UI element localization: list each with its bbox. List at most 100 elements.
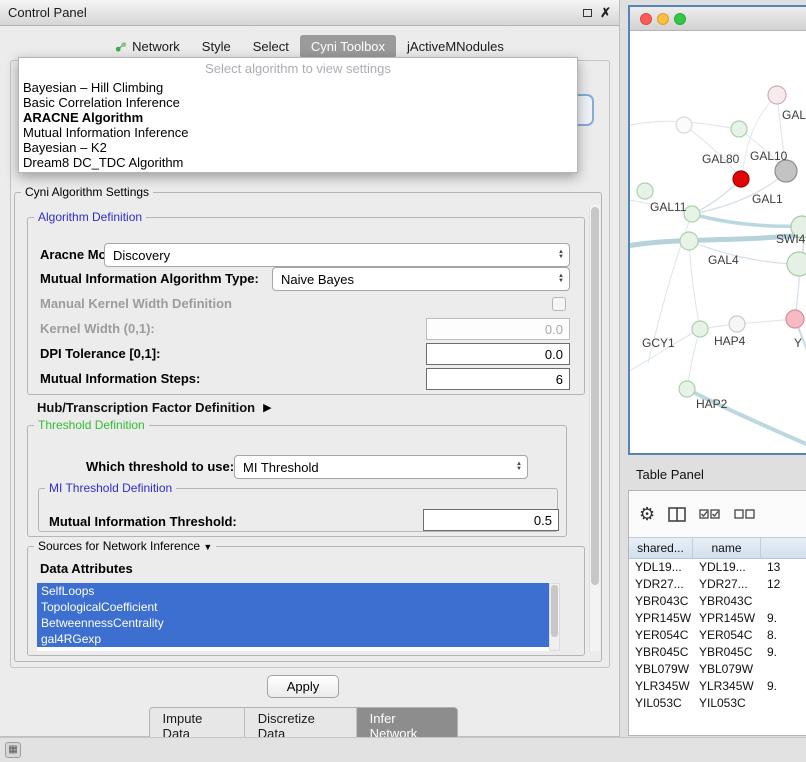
control-panel-titlebar: Control Panel ✗	[0, 0, 619, 26]
tab-style[interactable]: Style	[191, 35, 242, 58]
control-panel-title: Control Panel	[8, 5, 87, 20]
network-node[interactable]	[731, 121, 747, 137]
table-row[interactable]: YBR045CYBR045C9.	[629, 644, 806, 661]
group-title: Algorithm Definition	[34, 210, 146, 224]
select-all-icon[interactable]	[699, 508, 721, 520]
kernel-width-label: Kernel Width (0,1):	[40, 321, 155, 336]
network-icon	[115, 41, 127, 53]
node-label: GAL	[782, 108, 806, 122]
attribute-item-topologicalcoefficient[interactable]: TopologicalCoefficient	[37, 599, 549, 615]
close-traffic-light-icon[interactable]	[640, 13, 652, 25]
dropdown-option-dream8[interactable]: Dream8 DC_TDC Algorithm	[19, 155, 577, 170]
deselect-all-icon[interactable]	[734, 508, 756, 520]
table-panel: ⚙ shared... name YDL19...YDL19...13	[628, 490, 806, 736]
node-label: GAL4	[708, 253, 739, 267]
kernel-width-input	[426, 318, 570, 340]
tab-label: Cyni Toolbox	[311, 39, 385, 54]
dropdown-option-bayesian-k2[interactable]: Bayesian – K2	[19, 140, 577, 155]
zoom-traffic-light-icon[interactable]	[674, 13, 686, 25]
network-graph[interactable]: GALGAL80GAL10GAL11GAL1SWI4GAL4GCY1HAP4YH…	[630, 31, 806, 453]
column-header-extra[interactable]	[761, 538, 806, 558]
table-row[interactable]: YDR27...YDR27...12	[629, 576, 806, 593]
network-canvas[interactable]: GALGAL80GAL10GAL11GAL1SWI4GAL4GCY1HAP4YH…	[630, 31, 806, 453]
hub-transcription-factor-section[interactable]: Hub/Transcription Factor Definition ▶	[37, 400, 272, 415]
settings-scrollbar[interactable]	[589, 205, 600, 651]
dropdown-option-basic-correlation[interactable]: Basic Correlation Inference	[19, 95, 577, 110]
bottom-status-bar: ▦	[0, 737, 806, 762]
combo-value: Discovery	[113, 248, 170, 263]
mi-steps-input[interactable]	[426, 368, 570, 390]
column-header-name[interactable]: name	[693, 538, 761, 558]
network-edge	[692, 214, 806, 226]
panel-grid-icon[interactable]: ▦	[5, 742, 21, 758]
node-label: GCY1	[642, 336, 675, 350]
group-title: Threshold Definition	[34, 418, 149, 432]
table-row[interactable]: YBL079WYBL079W	[629, 661, 806, 678]
group-title: MI Threshold Definition	[45, 481, 176, 495]
network-node[interactable]	[676, 117, 692, 133]
network-window-titlebar[interactable]	[630, 7, 806, 31]
network-node[interactable]	[637, 183, 653, 199]
which-threshold-combobox[interactable]: MI Threshold ▲▼	[234, 455, 528, 479]
network-node[interactable]	[733, 171, 749, 187]
algorithm-dropdown-popup: Select algorithm to view settings Bayesi…	[18, 57, 578, 173]
network-node[interactable]	[729, 316, 745, 332]
node-label: SWI4	[776, 232, 806, 246]
column-header-shared-name[interactable]: shared...	[629, 538, 693, 558]
dropdown-option-mutual-information[interactable]: Mutual Information Inference	[19, 125, 577, 140]
combo-updown-icon: ▲▼	[558, 274, 564, 284]
tab-network[interactable]: Network	[104, 35, 191, 58]
network-node[interactable]	[680, 232, 698, 250]
network-node[interactable]	[768, 86, 786, 104]
mi-algorithm-type-combobox[interactable]: Naive Bayes ▲▼	[272, 267, 570, 291]
table-row[interactable]: YER054CYER054C8.	[629, 627, 806, 644]
sources-title-label: Sources for Network Inference	[38, 539, 200, 553]
mi-algorithm-type-label: Mutual Information Algorithm Type:	[40, 271, 259, 286]
table-row[interactable]: YBR043CYBR043C	[629, 593, 806, 610]
settings-scrollbar-thumb[interactable]	[591, 207, 599, 585]
data-attributes-label: Data Attributes	[40, 561, 133, 576]
tab-cyni-toolbox[interactable]: Cyni Toolbox	[300, 35, 396, 58]
table-row[interactable]: YPR145WYPR145W9.	[629, 610, 806, 627]
algorithm-definition-group: Algorithm Definition Aracne Mode: Discov…	[27, 217, 585, 395]
column-chooser-icon[interactable]	[668, 507, 686, 522]
table-row[interactable]: YIL053CYIL053C	[629, 695, 806, 712]
dropdown-option-bayesian-hill-climbing[interactable]: Bayesian – Hill Climbing	[19, 80, 577, 95]
mi-threshold-definition-group: MI Threshold Definition Mutual Informati…	[38, 488, 558, 532]
minimize-traffic-light-icon[interactable]	[657, 13, 669, 25]
chevron-right-icon: ▶	[263, 401, 271, 414]
network-node[interactable]	[775, 160, 797, 182]
close-window-icon[interactable]: ✗	[600, 6, 611, 19]
float-window-icon[interactable]	[583, 9, 592, 17]
network-node[interactable]	[679, 381, 695, 397]
network-node[interactable]	[692, 321, 708, 337]
attributes-scrollbar-thumb[interactable]	[551, 585, 558, 637]
sources-group-title[interactable]: Sources for Network Inference ▼	[34, 539, 216, 553]
network-node[interactable]	[787, 252, 806, 276]
gear-icon[interactable]: ⚙	[639, 505, 655, 523]
combo-value: MI Threshold	[243, 460, 319, 475]
attribute-item-selfloops[interactable]: SelfLoops	[37, 583, 549, 599]
control-panel-window: Control Panel ✗ Network Style Select Cyn…	[0, 0, 620, 737]
dpi-tolerance-input[interactable]	[426, 343, 570, 365]
which-threshold-label: Which threshold to use:	[86, 459, 234, 474]
mi-threshold-input[interactable]	[423, 509, 559, 531]
attribute-item-gal4rgexp[interactable]: gal4RGexp	[37, 631, 549, 647]
dropdown-placeholder: Select algorithm to view settings	[19, 61, 577, 80]
combo-updown-icon: ▲▼	[558, 250, 564, 260]
tab-jactivemnodules[interactable]: jActiveMNodules	[396, 35, 515, 58]
manual-kernel-label: Manual Kernel Width Definition	[40, 296, 232, 311]
network-node[interactable]	[786, 310, 804, 328]
attribute-item-betweennesscentrality[interactable]: BetweennessCentrality	[37, 615, 549, 631]
table-body: YDL19...YDL19...13 YDR27...YDR27...12 YB…	[629, 559, 806, 712]
apply-button[interactable]: Apply	[267, 675, 339, 698]
attributes-list-scrollbar[interactable]	[549, 583, 560, 651]
table-panel-title-bar: Table Panel	[628, 461, 806, 487]
table-row[interactable]: YLR345WYLR345W9.	[629, 678, 806, 695]
desktop: Control Panel ✗ Network Style Select Cyn…	[0, 0, 806, 762]
table-row[interactable]: YDL19...YDL19...13	[629, 559, 806, 576]
dropdown-option-aracne[interactable]: ARACNE Algorithm	[19, 110, 577, 125]
threshold-definition-group: Threshold Definition Which threshold to …	[27, 425, 567, 537]
tab-select[interactable]: Select	[242, 35, 300, 58]
aracne-mode-combobox[interactable]: Discovery ▲▼	[104, 243, 570, 267]
